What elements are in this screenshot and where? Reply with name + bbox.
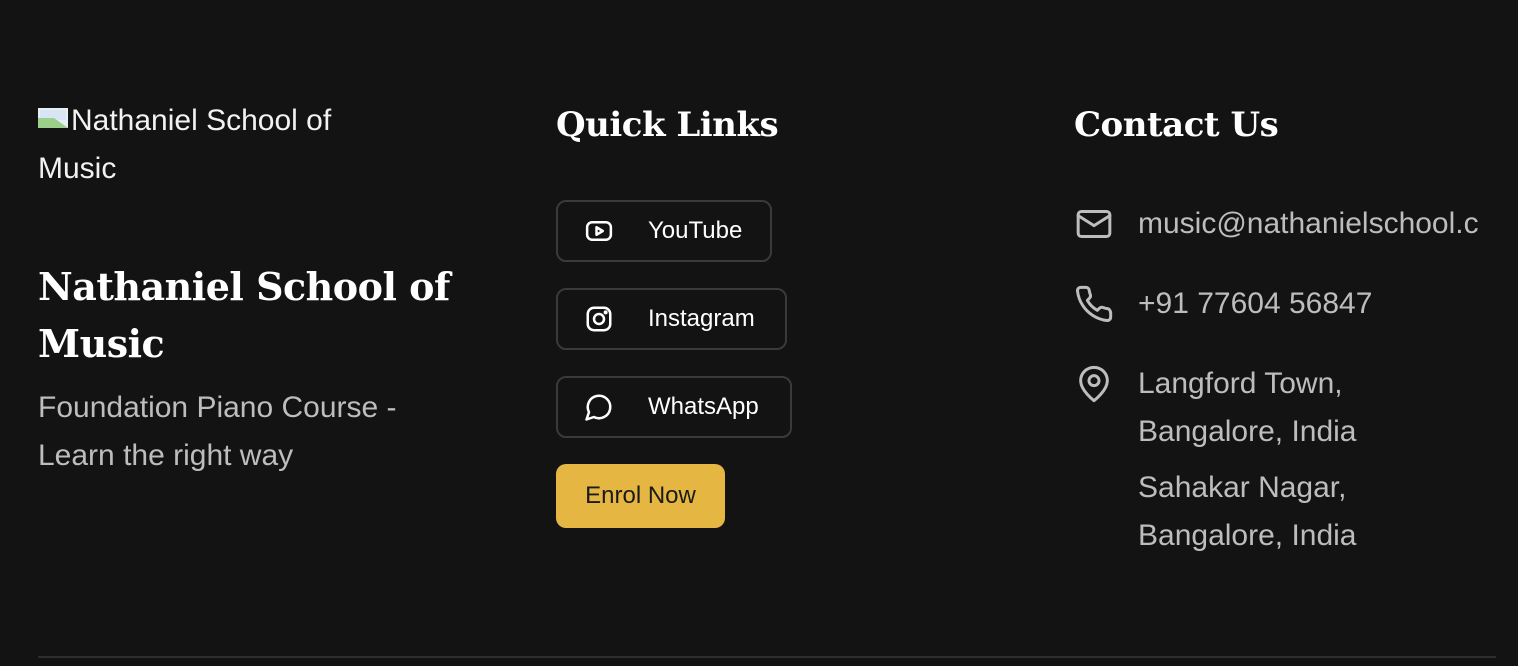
footer-divider — [38, 656, 1496, 658]
site-footer: Nathaniel School of Music Nathaniel Scho… — [0, 0, 1518, 666]
location-line2: Bangalore, India — [1138, 415, 1357, 448]
map-pin-icon — [1074, 364, 1114, 404]
logo-alt-text: Nathaniel School of Music — [38, 104, 332, 185]
whatsapp-label: WhatsApp — [648, 393, 759, 420]
broken-image-icon — [38, 108, 71, 130]
enrol-now-button[interactable]: Enrol Now — [556, 464, 725, 528]
location-line2: Bangalore, India — [1138, 519, 1357, 552]
brand-subtitle: Foundation Piano Course - Learn the righ… — [38, 391, 397, 472]
youtube-label: YouTube — [648, 217, 743, 244]
phone-icon — [1074, 284, 1114, 324]
whatsapp-link-button[interactable]: WhatsApp — [556, 376, 792, 438]
whatsapp-icon — [584, 392, 614, 422]
instagram-icon — [584, 304, 614, 334]
contact-phone-link[interactable]: +91 77604 56847 — [1138, 280, 1372, 328]
mail-icon — [1074, 204, 1114, 244]
contact-heading: Contact Us — [1074, 105, 1279, 145]
location-line1: Langford Town, — [1138, 367, 1343, 400]
youtube-link-button[interactable]: YouTube — [556, 200, 772, 262]
location-line1: Sahakar Nagar, — [1138, 471, 1347, 504]
location-sahakar: Sahakar Nagar, Bangalore, India — [1138, 464, 1357, 560]
instagram-link-button[interactable]: Instagram — [556, 288, 787, 350]
location-langford: Langford Town, Bangalore, India — [1138, 360, 1357, 456]
contact-email-link[interactable]: music@nathanielschool.c — [1138, 200, 1479, 248]
youtube-icon — [584, 216, 614, 246]
logo-image[interactable]: Nathaniel School of Music — [38, 97, 398, 193]
instagram-label: Instagram — [648, 305, 755, 332]
quick-links-heading: Quick Links — [556, 105, 779, 145]
brand-title: Nathaniel School of Music — [38, 264, 450, 366]
